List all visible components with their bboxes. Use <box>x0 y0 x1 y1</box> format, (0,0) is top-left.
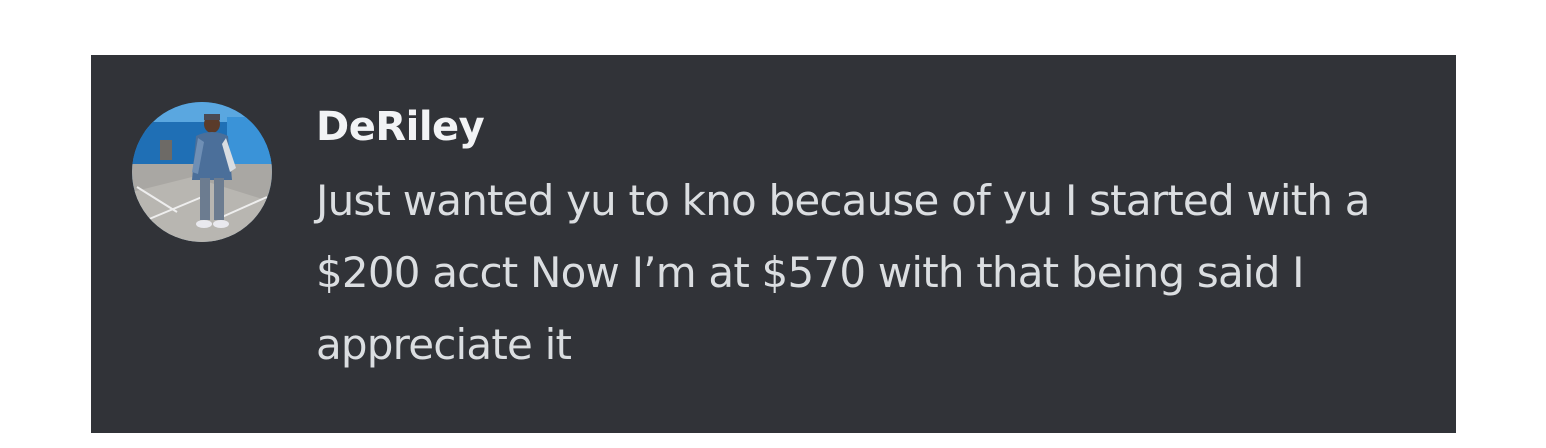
user-avatar[interactable] <box>132 102 272 242</box>
message-author-name[interactable]: DeRiley <box>316 97 485 157</box>
message-card: DeRiley Just wanted yu to kno because of… <box>91 55 1456 433</box>
avatar-photo-icon <box>132 102 272 242</box>
message-content: Just wanted yu to kno because of yu I st… <box>316 176 1371 369</box>
